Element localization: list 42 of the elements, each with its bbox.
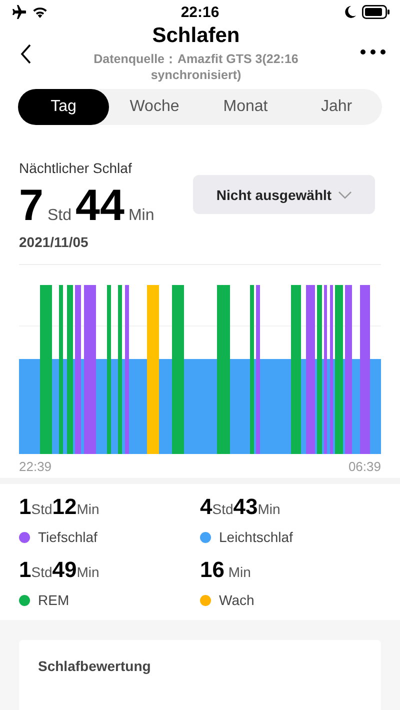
duration-value: 1: [19, 557, 32, 583]
duration-unit: Min: [258, 501, 280, 517]
back-button[interactable]: [20, 44, 32, 64]
more-button[interactable]: [360, 49, 386, 55]
data-source-text: Datenquelle：Amazfit GTS 3(22:16 synchronisiert): [92, 51, 300, 83]
duration-unit: Std: [31, 501, 52, 517]
period-tab[interactable]: Tag: [18, 89, 109, 125]
filter-dropdown[interactable]: Nicht ausgewählt: [193, 175, 375, 214]
battery-icon: [362, 5, 390, 19]
period-tab[interactable]: Woche: [109, 89, 200, 125]
duration-value: 16: [200, 557, 224, 583]
duration-unit: Min: [76, 564, 100, 580]
duration-unit: Min: [128, 207, 154, 225]
start-time-label: 22:39: [19, 459, 52, 474]
duration-value: 1: [19, 494, 32, 520]
page-title: Schlafen: [151, 24, 241, 48]
period-tab[interactable]: Monat: [200, 89, 291, 125]
duration-unit: Min: [227, 564, 251, 580]
airplane-icon: [10, 5, 26, 19]
wifi-icon: [32, 6, 48, 18]
period-tab[interactable]: Jahr: [291, 89, 382, 125]
duration-value: 12: [52, 494, 77, 520]
duration-value: 49: [52, 557, 77, 583]
duration-unit: Min: [76, 501, 100, 517]
duration-unit: Std: [31, 564, 52, 580]
legend-label: Leichtschlaf: [219, 529, 293, 545]
date-text: 2021/11/05: [19, 234, 90, 250]
moon-icon: [345, 6, 356, 18]
duration-unit: Std: [47, 207, 72, 225]
legend-label: Wach: [219, 592, 254, 608]
section-label: Nächtlicher Schlaf: [19, 160, 133, 176]
duration-value: 7: [19, 182, 44, 230]
legend-label: Tiefschlaf: [38, 529, 98, 545]
chevron-down-icon: [338, 190, 352, 198]
end-time-label: 06:39: [348, 459, 381, 474]
duration-unit: Std: [212, 501, 234, 517]
duration-value: 44: [76, 182, 124, 230]
card-title: Schlafbewertung: [38, 658, 151, 674]
duration-value: 43: [233, 494, 258, 520]
legend-label: REM: [38, 592, 70, 608]
status-time: 22:16: [180, 4, 220, 20]
duration-value: 4: [200, 494, 212, 520]
